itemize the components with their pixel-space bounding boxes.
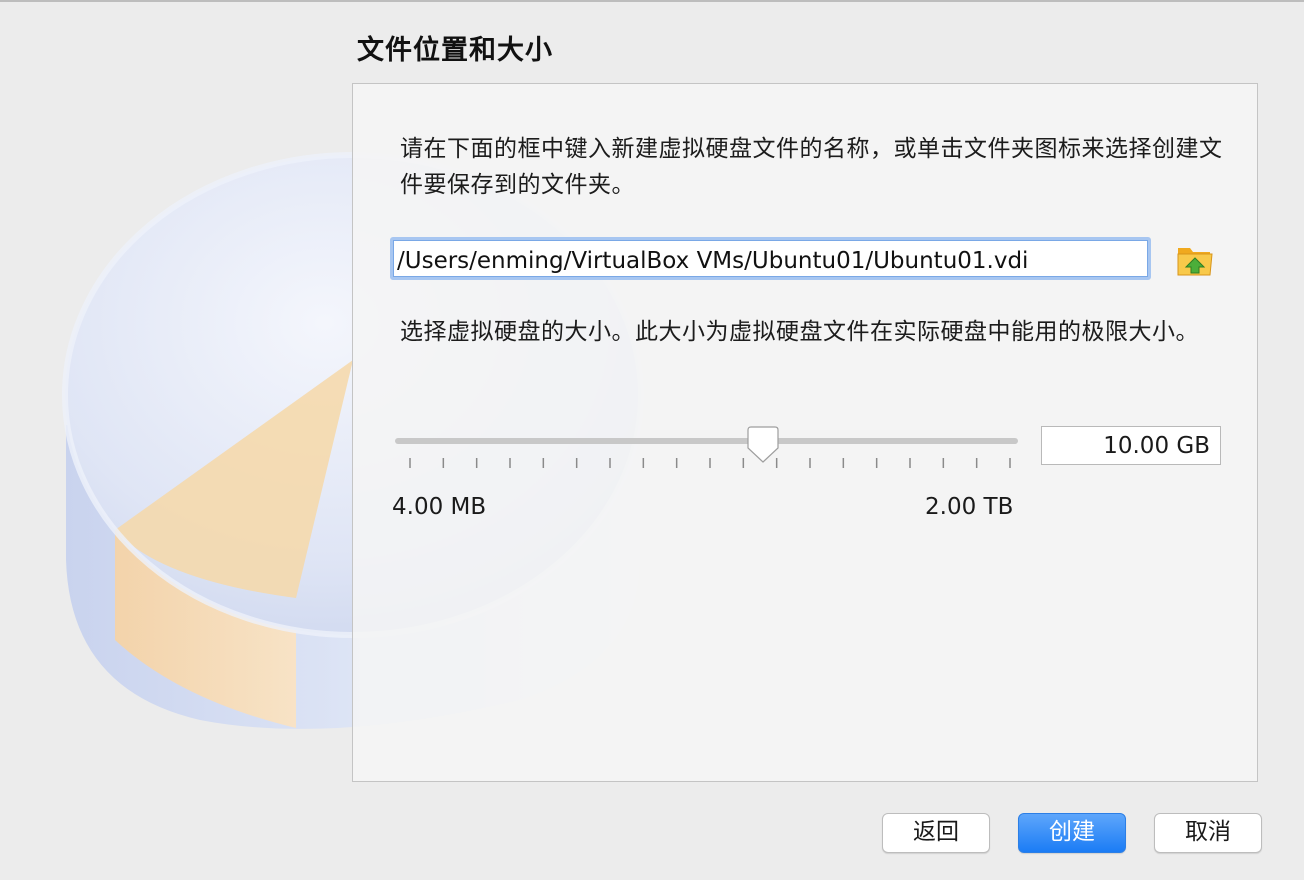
cancel-button[interactable]: 取消: [1154, 813, 1262, 853]
window-top-border: [0, 0, 1304, 2]
size-slider-thumb[interactable]: [746, 426, 780, 464]
size-slider-track[interactable]: [395, 438, 1018, 444]
size-value-input[interactable]: 10.00 GB: [1041, 426, 1221, 465]
location-description: 请在下面的框中键入新建虚拟硬盘文件的名称，或单击文件夹图标来选择创建文件要保存到…: [400, 136, 1223, 198]
back-button[interactable]: 返回: [882, 813, 990, 853]
folder-icon: [1177, 248, 1213, 276]
size-description: 选择虚拟硬盘的大小。此大小为虚拟硬盘文件在实际硬盘中能用的极限大小。: [400, 319, 1199, 345]
page-title: 文件位置和大小: [357, 35, 553, 66]
choose-folder-button[interactable]: [1176, 242, 1214, 278]
slider-ticks: [409, 458, 1011, 468]
size-max-label: 2.00 TB: [925, 494, 1014, 520]
file-path-input[interactable]: [390, 237, 1151, 280]
create-button[interactable]: 创建: [1018, 813, 1126, 853]
size-min-label: 4.00 MB: [392, 494, 487, 520]
